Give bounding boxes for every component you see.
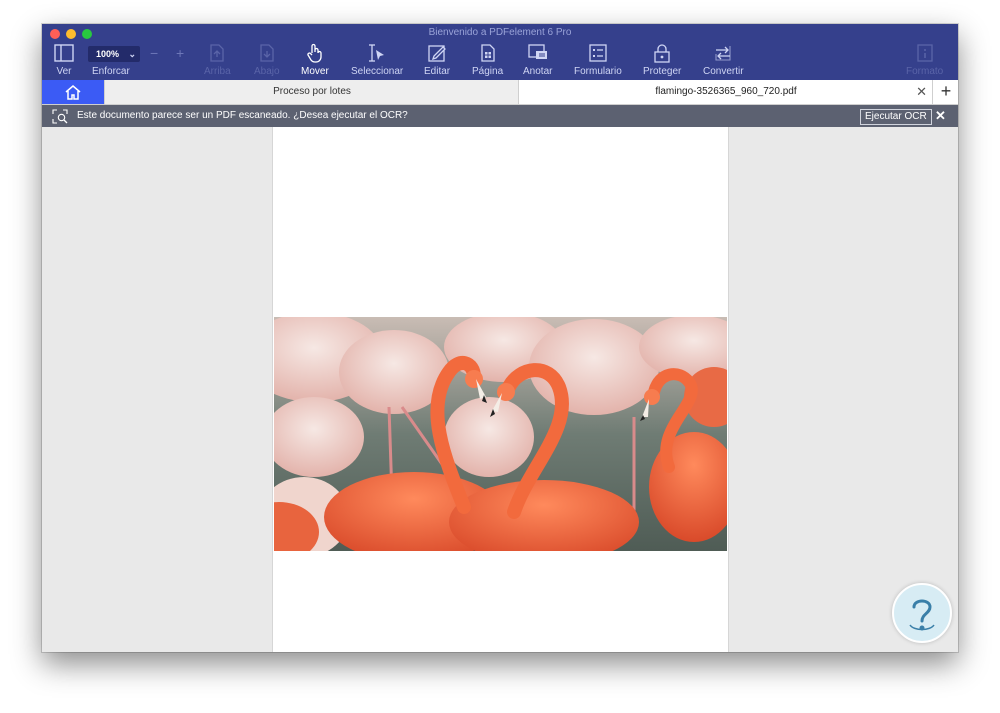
down-button[interactable]: Abajo <box>254 42 280 78</box>
move-label: Mover <box>301 66 329 77</box>
view-label: Ver <box>56 66 72 77</box>
edit-button[interactable]: Editar <box>424 42 450 78</box>
ocr-message: Este documento parece ser un PDF escanea… <box>77 110 408 121</box>
zoom-out-button[interactable]: − <box>150 45 158 61</box>
select-label: Seleccionar <box>351 66 404 77</box>
format-button[interactable]: Formato <box>906 42 943 78</box>
app-window: Bienvenido a PDFelement 6 Pro Ver 100% ⌄… <box>42 24 958 652</box>
info-icon <box>914 42 936 64</box>
new-tab-button[interactable]: + <box>932 80 958 104</box>
ocr-notification-bar: Este documento parece ser un PDF escanea… <box>42 105 958 127</box>
convert-icon <box>712 42 734 64</box>
move-button[interactable]: Mover <box>301 42 329 78</box>
page-up-icon <box>206 42 228 64</box>
view-button[interactable]: Ver <box>53 42 75 78</box>
hand-icon <box>304 42 326 64</box>
tab-bar: Proceso por lotes flamingo-3526365_960_7… <box>42 80 958 105</box>
annotate-label: Anotar <box>523 66 553 77</box>
sidebar-icon <box>53 42 75 64</box>
run-ocr-button[interactable]: Ejecutar OCR <box>860 109 932 125</box>
zoom-select[interactable]: 100% ⌄ <box>88 46 140 62</box>
zoom-label: Enforcar <box>92 66 130 77</box>
up-label: Arriba <box>204 66 231 77</box>
tab-batch-process[interactable]: Proceso por lotes <box>104 80 519 104</box>
page-button[interactable]: Página <box>472 42 503 78</box>
form-icon <box>587 42 609 64</box>
home-icon <box>65 85 81 100</box>
annotate-button[interactable]: Anotar <box>523 42 552 78</box>
page-down-icon <box>256 42 278 64</box>
edit-icon <box>426 42 448 64</box>
select-button[interactable]: Seleccionar <box>351 42 403 78</box>
comment-icon <box>527 42 549 64</box>
close-ocr-bar-icon[interactable]: ✕ <box>935 105 946 127</box>
scan-search-icon <box>52 109 68 124</box>
up-button[interactable]: Arriba <box>204 42 231 78</box>
protect-label: Proteger <box>643 66 682 77</box>
watermark-logo <box>892 583 952 643</box>
form-label: Formulario <box>574 66 622 77</box>
edit-label: Editar <box>424 66 451 77</box>
document-viewport[interactable] <box>42 127 958 652</box>
cursor-icon <box>366 42 388 64</box>
zoom-value: 100% <box>96 49 120 59</box>
lock-icon <box>651 42 673 64</box>
protect-button[interactable]: Proteger <box>643 42 681 78</box>
form-button[interactable]: Formulario <box>574 42 622 78</box>
chevron-down-icon: ⌄ <box>128 49 136 59</box>
page-icon <box>477 42 499 64</box>
down-label: Abajo <box>254 66 280 77</box>
convert-label: Convertir <box>703 66 744 77</box>
close-tab-icon[interactable]: ✕ <box>916 80 927 104</box>
zoom-in-button[interactable]: + <box>176 45 184 61</box>
format-label: Formato <box>906 66 944 77</box>
convert-button[interactable]: Convertir <box>703 42 744 78</box>
page-label: Página <box>472 66 504 77</box>
tab-document-label: flamingo-3526365_960_720.pdf <box>655 86 797 97</box>
window-title: Bienvenido a PDFelement 6 Pro <box>428 27 572 38</box>
toolbar: Bienvenido a PDFelement 6 Pro Ver 100% ⌄… <box>42 24 958 80</box>
tab-document[interactable]: flamingo-3526365_960_720.pdf ✕ <box>518 80 933 104</box>
pdf-page <box>272 127 729 652</box>
home-tab[interactable] <box>42 80 104 104</box>
flamingo-photo <box>274 317 727 551</box>
